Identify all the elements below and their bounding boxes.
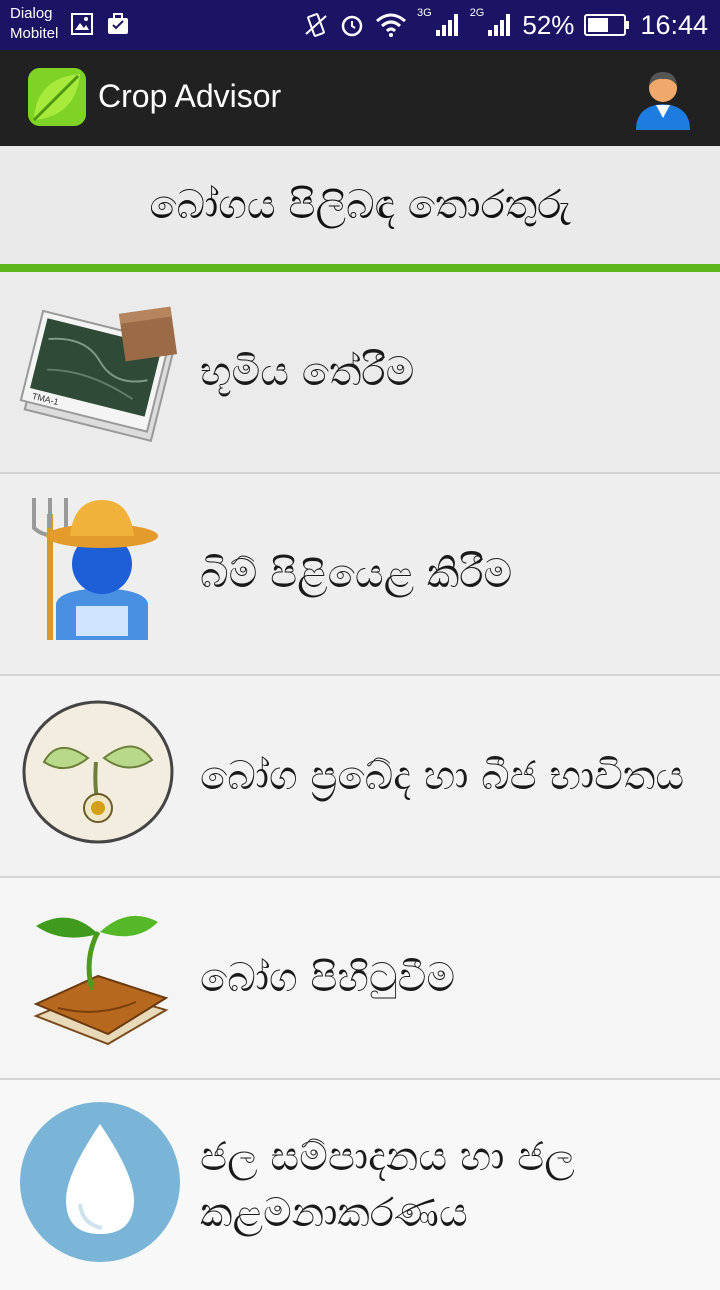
list-item-crop-establishment[interactable]: බෝග පිහිටුවීම [0,878,720,1080]
app-title: Crop Advisor [98,78,282,114]
signal-icon-1 [435,14,458,36]
clock: 16:44 [640,9,708,40]
item-label: භූමිය තේරීම [200,349,415,395]
briefcase-icon [108,13,128,34]
user-profile-icon[interactable] [632,64,694,132]
carrier-2: Mobitel [10,25,59,42]
section-title: බෝගය පිලිබඳ තොරතුරු [0,146,720,264]
carrier-names: Dialog Mobitel [10,4,58,44]
network-type-2: 2G [469,7,485,19]
item-label: බිම් පිළියෙළ කිරීම [200,551,513,597]
soil-sample-icon: TMA-1 [18,292,183,452]
topic-list: TMA-1 භූමිය තේරීම බිම් පිළියෙළ කිරීම බෝග… [0,272,720,1290]
list-item-land-preparation[interactable]: බිම් පිළියෙළ කිරීම [0,474,720,676]
plant-book-icon [18,898,183,1058]
vibrate-icon [305,13,327,37]
list-item-water-management[interactable]: ජල සම්පාදනය හා ජල කළමනාකරණය [0,1080,720,1290]
battery-icon [584,14,630,36]
gallery-icon [71,13,93,35]
wifi-icon [376,13,406,37]
signal-icon-2 [488,14,511,36]
seedling-icon [18,696,183,856]
leaf-logo-icon [28,68,86,126]
item-label: බෝග ප්‍රබේද හා බීජ භාවිතය [200,753,685,799]
item-label: ජල සම්පාදනය හා ජල කළමනාකරණය [200,1134,575,1236]
list-item-varieties-seeds[interactable]: බෝග ප්‍රබේද හා බීජ භාවිතය [0,676,720,878]
network-type-1: 3G [417,7,432,19]
list-item-land-selection[interactable]: TMA-1 භූමිය තේරීම [0,272,720,474]
item-label: බෝග පිහිටුවීම [200,955,456,1001]
farmer-icon [18,494,183,654]
water-drop-icon [18,1100,183,1262]
status-bar: Dialog Mobitel 3G 2G 52% 16:44 [0,0,720,50]
header-divider [0,264,720,272]
alarm-icon [341,15,363,37]
carrier-1: Dialog [10,5,53,22]
battery-percent: 52% [522,9,575,40]
app-bar: Crop Advisor [0,50,720,146]
